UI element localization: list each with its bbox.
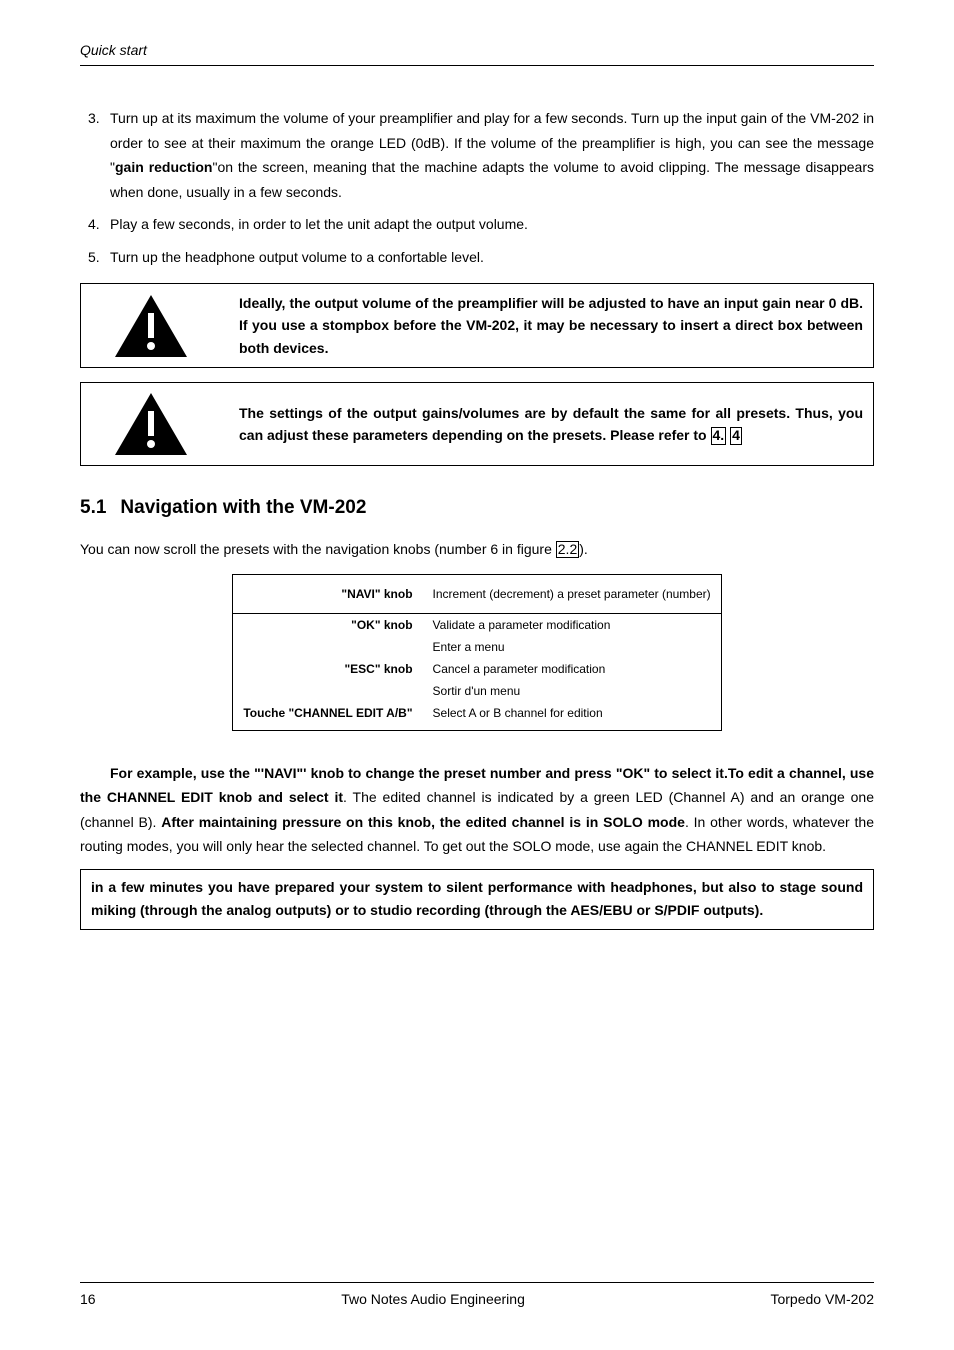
intro-paragraph: You can now scroll the presets with the … <box>80 539 874 560</box>
knob-table: "NAVI" knob Increment (decrement) a pres… <box>232 574 721 731</box>
warning-text: The settings of the output gains/volumes… <box>239 402 863 447</box>
step-text: "on the screen, meaning that the machine… <box>110 159 874 200</box>
knob-desc: Validate a parameter modification <box>423 613 722 636</box>
knob-label: Touche "CHANNEL EDIT A/B" <box>233 702 423 731</box>
intro-text: You can now scroll the presets with the … <box>80 541 556 557</box>
step-text: Turn up the headphone output volume to a… <box>110 249 484 265</box>
footer-center: Two Notes Audio Engineering <box>341 1289 525 1310</box>
para-bold: For example, use the "'NAVI"' knob to ch… <box>110 765 728 781</box>
step-text: Play a few seconds, in order to let the … <box>110 216 528 232</box>
knob-label: "NAVI" knob <box>233 574 423 613</box>
intro-text: ). <box>579 541 588 557</box>
table-row: Touche "CHANNEL EDIT A/B" Select A or B … <box>233 702 721 731</box>
table-row: Enter a menu <box>233 636 721 658</box>
ref-link[interactable]: 4 <box>730 427 742 444</box>
table-row: "OK" knob Validate a parameter modificat… <box>233 613 721 636</box>
warning-icon <box>91 391 211 457</box>
gain-reduction-label: gain reduction <box>115 159 212 175</box>
warning-icon <box>91 293 211 359</box>
knob-desc: Enter a menu <box>423 636 722 658</box>
step-4: 4. Play a few seconds, in order to let t… <box>110 212 874 237</box>
step-number: 4. <box>88 212 100 237</box>
warning-text-part: The settings of the output gains/volumes… <box>239 405 863 443</box>
ref-link[interactable]: 2.2 <box>556 541 579 558</box>
warning-box-2: The settings of the output gains/volumes… <box>80 382 874 466</box>
knob-label: "OK" knob <box>233 613 423 636</box>
example-paragraph: For example, use the "'NAVI"' knob to ch… <box>80 761 874 859</box>
warning-text: Ideally, the output volume of the preamp… <box>239 292 863 359</box>
knob-desc: Select A or B channel for edition <box>423 702 722 731</box>
page-number: 16 <box>80 1289 96 1310</box>
table-row: Sortir d'un menu <box>233 680 721 702</box>
summary-box: in a few minutes you have prepared your … <box>80 869 874 931</box>
knob-desc: Increment (decrement) a preset parameter… <box>423 574 722 613</box>
table-row: "ESC" knob Cancel a parameter modificati… <box>233 658 721 680</box>
page-header: Quick start <box>80 40 874 66</box>
knob-desc: Sortir d'un menu <box>423 680 722 702</box>
knob-label: "ESC" knob <box>233 658 423 680</box>
knob-desc: Cancel a parameter modification <box>423 658 722 680</box>
section-number: 5.1 <box>80 494 106 523</box>
steps-list: 3. Turn up at its maximum the volume of … <box>80 106 874 269</box>
para-bold: After maintaining pressure on this knob,… <box>161 814 685 830</box>
page-footer: 16 Two Notes Audio Engineering Torpedo V… <box>80 1282 874 1310</box>
ref-link[interactable]: 4. <box>711 427 727 444</box>
table-row: "NAVI" knob Increment (decrement) a pres… <box>233 574 721 613</box>
section-heading: 5.1 Navigation with the VM-202 <box>80 494 874 523</box>
warning-box-1: Ideally, the output volume of the preamp… <box>80 283 874 368</box>
section-title: Navigation with the VM-202 <box>120 497 366 518</box>
step-number: 5. <box>88 245 100 270</box>
step-number: 3. <box>88 106 100 131</box>
step-3: 3. Turn up at its maximum the volume of … <box>110 106 874 204</box>
step-5: 5. Turn up the headphone output volume t… <box>110 245 874 270</box>
footer-right: Torpedo VM-202 <box>770 1289 874 1310</box>
